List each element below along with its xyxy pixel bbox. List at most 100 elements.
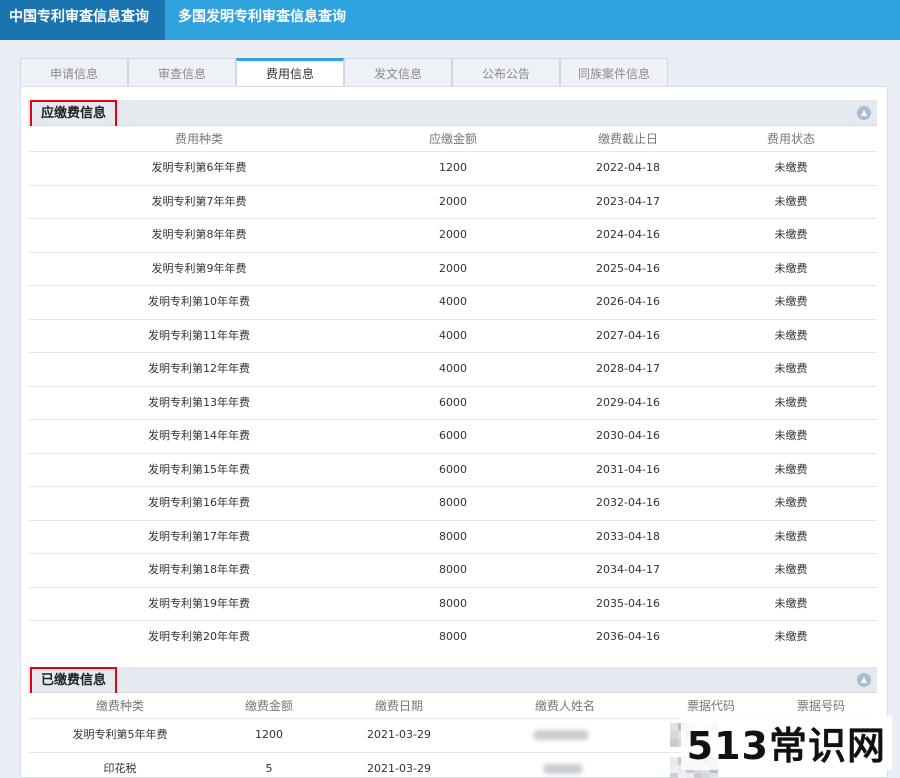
tab-fee-info[interactable]: 费用信息: [236, 58, 344, 88]
cell-deadline: 2033-04-18: [596, 529, 660, 543]
table-row: 发明专利第9年年费 2000 2025-04-16 未缴费: [28, 251, 877, 286]
cell-fee-status: 未缴费: [774, 228, 808, 241]
col-fee-type: 费用种类: [174, 132, 224, 146]
col-fee-status: 费用状态: [766, 132, 816, 146]
cell-deadline: 2026-04-16: [596, 295, 660, 308]
col-payment-date: 缴费日期: [374, 699, 424, 713]
cell-deadline: 2036-04-16: [596, 630, 660, 643]
table-row: 发明专利第17年年费 8000 2033-04-18 未缴费: [28, 519, 877, 554]
col-payer-name: 缴费人姓名: [534, 699, 596, 713]
cell-amount-due: 6000: [439, 462, 467, 476]
cell-payment-amount: 5: [265, 761, 273, 775]
site-watermark: 513常识网: [680, 715, 892, 770]
col-payment-type: 缴费种类: [95, 699, 145, 713]
cell-deadline: 2035-04-16: [596, 596, 660, 610]
cell-amount-due: 8000: [439, 496, 467, 509]
cell-amount-due: 2000: [439, 194, 467, 208]
col-payment-amount: 缴费金额: [244, 699, 294, 713]
col-amount-due: 应缴金额: [428, 132, 478, 146]
cell-amount-due: 8000: [439, 563, 467, 576]
cell-amount-due: 6000: [439, 429, 467, 442]
cell-fee-status: 未缴费: [774, 529, 808, 543]
cell-fee-status: 未缴费: [774, 328, 808, 342]
cell-fee-type: 发明专利第7年年费: [151, 194, 247, 208]
table-row: 发明专利第11年年费 4000 2027-04-16 未缴费: [28, 318, 877, 353]
table-row: 发明专利第10年年费 4000 2026-04-16 未缴费: [28, 285, 877, 319]
cell-fee-type: 发明专利第18年年费: [148, 563, 250, 576]
cell-fee-status: 未缴费: [774, 462, 808, 476]
table-row: 发明专利第16年年费 8000 2032-04-16 未缴费: [28, 486, 877, 520]
due-fee-table: 发明专利第6年年费 1200 2022-04-18 未缴费 发明专利第7年年费 2000 2…: [28, 151, 877, 654]
table-row: 发明专利第14年年费 6000 2030-04-16 未缴费: [28, 419, 877, 453]
cell-fee-status: 未缴费: [774, 261, 808, 275]
tab-publication-info[interactable]: 公布公告: [452, 58, 560, 87]
due-fee-column-header: 费用种类 应缴金额 缴费截止日 费用状态: [28, 126, 877, 153]
collapse-icon[interactable]: ▲: [857, 673, 871, 687]
redacted-payer-name: [543, 763, 583, 774]
cell-payment-type: 印花税: [103, 761, 137, 775]
cell-fee-status: 未缴费: [774, 161, 808, 174]
cell-amount-due: 2000: [439, 261, 467, 275]
table-row: 发明专利第18年年费 8000 2034-04-17 未缴费: [28, 553, 877, 587]
cell-payment-type: 发明专利第5年年费: [72, 728, 168, 741]
cell-payment-date: 2021-03-29: [367, 728, 431, 741]
cell-amount-due: 1200: [439, 161, 467, 174]
cell-amount-due: 6000: [439, 395, 467, 409]
cell-fee-status: 未缴费: [774, 295, 808, 308]
cell-amount-due: 4000: [439, 328, 467, 342]
cell-fee-type: 发明专利第6年年费: [151, 161, 247, 174]
paid-fee-header: 已缴费信息 ▲: [28, 667, 877, 695]
cell-deadline: 2028-04-17: [596, 362, 660, 375]
cell-fee-status: 未缴费: [774, 563, 808, 576]
tab-examination-info[interactable]: 审查信息: [128, 58, 236, 87]
cell-fee-type: 发明专利第12年年费: [148, 362, 250, 375]
tab-multi-country-patent-query[interactable]: 多国发明专利审查信息查询: [178, 0, 346, 40]
cell-amount-due: 8000: [439, 630, 467, 643]
cell-amount-due: 2000: [439, 228, 467, 241]
cell-fee-type: 发明专利第16年年费: [148, 496, 250, 509]
table-row: 发明专利第6年年费 1200 2022-04-18 未缴费: [28, 151, 877, 185]
cell-fee-type: 发明专利第9年年费: [151, 261, 247, 275]
cell-fee-type: 发明专利第20年年费: [148, 630, 250, 643]
cell-fee-type: 发明专利第14年年费: [148, 429, 250, 442]
cell-fee-status: 未缴费: [774, 429, 808, 442]
cell-payment-date: 2021-03-29: [367, 761, 431, 775]
top-nav-bar: 中国专利审查信息查询 多国发明专利审查信息查询: [0, 0, 900, 40]
due-fee-title: 应缴费信息: [30, 100, 118, 128]
table-row: 发明专利第13年年费 6000 2029-04-16 未缴费: [28, 385, 877, 420]
collapse-icon[interactable]: ▲: [857, 106, 871, 120]
table-row: 发明专利第15年年费 6000 2031-04-16 未缴费: [28, 452, 877, 487]
cell-fee-status: 未缴费: [774, 194, 808, 208]
cell-fee-status: 未缴费: [774, 362, 808, 375]
cell-deadline: 2030-04-16: [596, 429, 660, 442]
cell-fee-type: 发明专利第15年年费: [148, 462, 250, 476]
cell-deadline: 2025-04-16: [596, 261, 660, 275]
cell-fee-type: 发明专利第8年年费: [151, 228, 247, 241]
table-row: 发明专利第19年年费 8000 2035-04-16 未缴费: [28, 586, 877, 621]
cell-deadline: 2023-04-17: [596, 194, 660, 208]
cell-fee-type: 发明专利第11年年费: [148, 328, 250, 342]
cell-fee-status: 未缴费: [774, 496, 808, 509]
tab-notice-info[interactable]: 发文信息: [344, 58, 452, 87]
redacted-payer-name: [533, 730, 589, 740]
cell-deadline: 2027-04-16: [596, 328, 660, 342]
cell-fee-status: 未缴费: [774, 630, 808, 643]
cell-amount-due: 4000: [439, 295, 467, 308]
cell-deadline: 2031-04-16: [596, 462, 660, 476]
tab-family-cases[interactable]: 同族案件信息: [560, 58, 668, 87]
cell-amount-due: 4000: [439, 362, 467, 375]
cell-fee-type: 发明专利第13年年费: [148, 395, 250, 409]
cell-deadline: 2032-04-16: [596, 496, 660, 509]
cell-fee-type: 发明专利第17年年费: [148, 529, 250, 543]
table-row: 发明专利第8年年费 2000 2024-04-16 未缴费: [28, 218, 877, 252]
due-fee-header: 应缴费信息 ▲: [28, 100, 877, 128]
col-deadline: 缴费截止日: [597, 132, 659, 146]
table-row: 发明专利第7年年费 2000 2023-04-17 未缴费: [28, 184, 877, 219]
tab-china-patent-query[interactable]: 中国专利审查信息查询: [0, 0, 165, 40]
tab-application-info[interactable]: 申请信息: [20, 58, 128, 87]
cell-deadline: 2029-04-16: [596, 395, 660, 409]
table-row: 发明专利第12年年费 4000 2028-04-17 未缴费: [28, 352, 877, 386]
table-row: 发明专利第20年年费 8000 2036-04-16 未缴费: [28, 620, 877, 654]
cell-deadline: 2022-04-18: [596, 161, 660, 174]
cell-payment-amount: 1200: [255, 728, 283, 741]
